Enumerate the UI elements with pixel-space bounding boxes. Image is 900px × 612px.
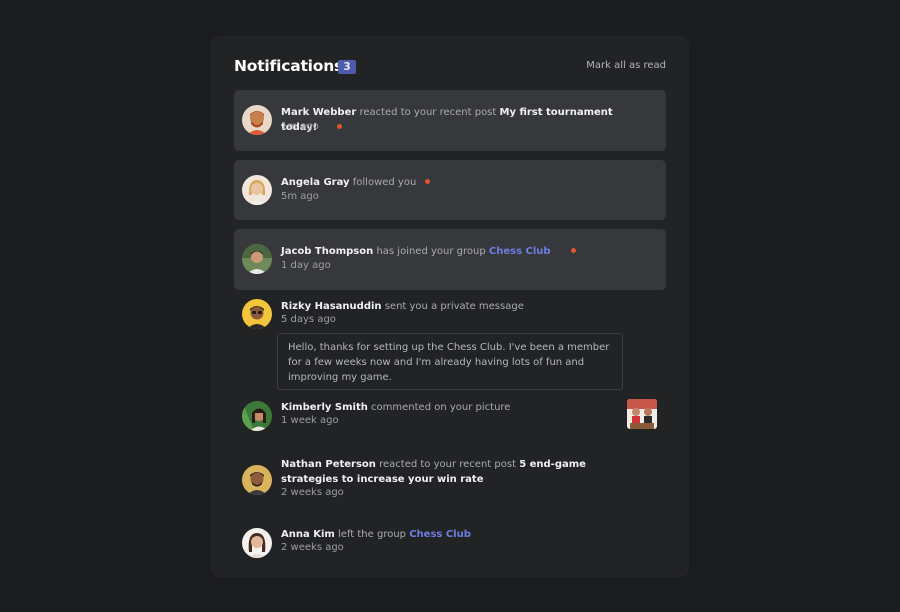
notification-user[interactable]: Anna Kim [281, 529, 335, 540]
notification-item[interactable]: Jacob Thompson has joined your group Che… [234, 229, 666, 290]
notification-time: 5m ago [281, 191, 319, 202]
notification-time: 1 day ago [281, 260, 331, 271]
avatar[interactable] [242, 465, 272, 495]
notification-user[interactable]: Mark Webber [281, 107, 356, 118]
notification-item[interactable]: Anna Kim left the group Chess Club 2 wee… [234, 524, 666, 564]
notification-action: sent you a private message [384, 301, 524, 312]
notification-text: Nathan Peterson reacted to your recent p… [281, 457, 626, 487]
unread-dot-icon [570, 247, 576, 253]
notification-group-link[interactable]: Chess Club [489, 246, 551, 257]
unread-dot-icon [337, 123, 343, 129]
notification-action: left the group [338, 529, 407, 540]
notification-item[interactable]: Kimberly Smith commented on your picture… [234, 396, 666, 436]
notification-text: Anna Kim left the group Chess Club [281, 527, 626, 542]
notification-user[interactable]: Nathan Peterson [281, 459, 376, 470]
avatar[interactable] [242, 401, 272, 431]
notification-time: 2 weeks ago [281, 487, 344, 498]
notification-text: Kimberly Smith commented on your picture [281, 400, 626, 415]
page-title: Notifications [234, 57, 344, 75]
notification-user[interactable]: Jacob Thompson [281, 246, 373, 257]
notification-user[interactable]: Kimberly Smith [281, 402, 368, 413]
notification-text: Jacob Thompson has joined your group Che… [281, 244, 626, 259]
unread-dot-icon [425, 178, 431, 184]
notification-action: has joined your group [376, 246, 486, 257]
notification-time: 1 week ago [281, 415, 339, 426]
notification-item[interactable]: Nathan Peterson reacted to your recent p… [234, 455, 666, 505]
notification-user[interactable]: Rizky Hasanuddin [281, 301, 382, 312]
chess-picture-thumbnail[interactable] [627, 399, 657, 429]
notification-action: commented on your picture [371, 402, 511, 413]
notification-time: 1m ago [281, 121, 319, 132]
notification-item[interactable]: Angela Gray followed you 5m ago [234, 160, 666, 220]
notification-time: 5 days ago [281, 314, 336, 325]
avatar[interactable] [242, 244, 272, 274]
notification-item[interactable]: Mark Webber reacted to your recent post … [234, 90, 666, 151]
avatar[interactable] [242, 105, 272, 135]
notification-text: Rizky Hasanuddin sent you a private mess… [281, 299, 626, 314]
notification-text: Angela Gray followed you [281, 175, 626, 190]
notification-time: 2 weeks ago [281, 542, 344, 553]
avatar[interactable] [242, 299, 272, 329]
notifications-card: Notifications 3 Mark all as read Mark We… [211, 36, 689, 577]
notification-user[interactable]: Angela Gray [281, 177, 350, 188]
notification-action: followed you [352, 177, 417, 188]
notifications-header: Notifications 3 Mark all as read [234, 57, 666, 77]
private-message-preview[interactable]: Hello, thanks for setting up the Chess C… [277, 333, 623, 390]
notification-group-link[interactable]: Chess Club [409, 529, 471, 540]
unread-count-badge: 3 [338, 60, 356, 74]
mark-all-as-read-button[interactable]: Mark all as read [586, 60, 666, 71]
notification-action: reacted to your recent post [379, 459, 516, 470]
notification-action: reacted to your recent post [359, 107, 497, 118]
notification-text: Mark Webber reacted to your recent post … [281, 105, 626, 135]
avatar[interactable] [242, 175, 272, 205]
avatar[interactable] [242, 528, 272, 558]
